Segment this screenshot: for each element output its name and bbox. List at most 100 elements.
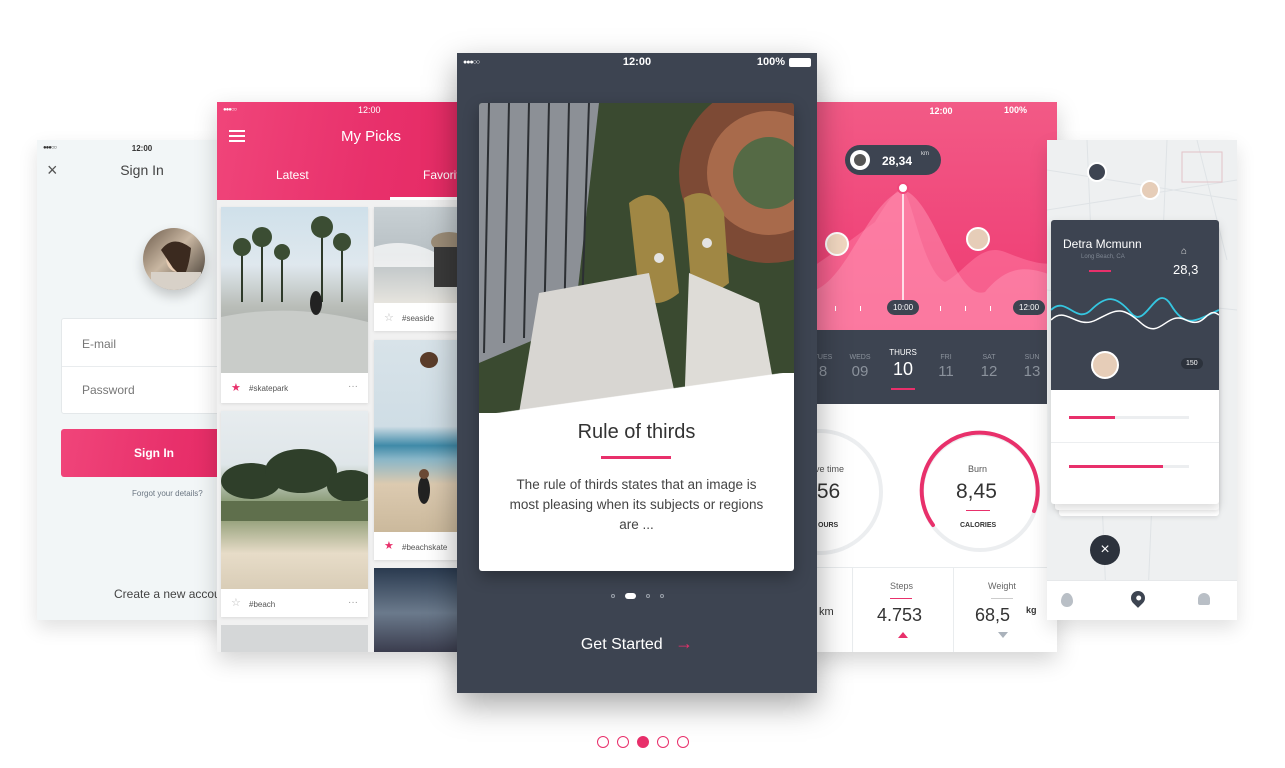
profile-name: Detra Mcmunn (1063, 237, 1142, 251)
avatar (143, 228, 205, 290)
onboarding-card: Rule of thirds The rule of thirds states… (479, 103, 794, 571)
star-icon[interactable]: ★ (231, 381, 241, 394)
page-dot-active[interactable] (624, 592, 636, 599)
carousel-dot-active[interactable] (636, 736, 649, 748)
day-number: 11 (938, 363, 954, 380)
weight-label: Weight (988, 581, 1016, 591)
day-item[interactable]: WEDS 09 (847, 354, 873, 380)
profile-card-header: Detra Mcmunn Long Beach, CA ⌂ 28,3 150 (1051, 220, 1219, 390)
hero-photo (479, 103, 794, 413)
close-button[interactable]: × (1090, 535, 1120, 565)
progress-bar (1069, 416, 1189, 419)
carousel-dot[interactable] (596, 736, 609, 748)
photo-card[interactable]: ☆ #beach ··· (221, 411, 368, 617)
get-started-button[interactable]: Get Started → (457, 633, 817, 654)
activity-screen: 12:00 100% 28,34 km 10:00 12:00 TUES8 W (805, 102, 1057, 652)
star-icon[interactable]: ★ (384, 539, 394, 552)
card-tag: #skatepark (249, 384, 289, 393)
carousel-indicator (0, 735, 1285, 749)
more-icon[interactable]: ··· (348, 597, 358, 608)
card-tag: #seaside (402, 314, 435, 323)
day-name: SAT (982, 354, 996, 361)
arrow-right-icon: → (675, 633, 694, 653)
page-dot[interactable] (610, 593, 615, 598)
day-item[interactable]: SUN 13 (1020, 354, 1044, 380)
friend-avatar[interactable] (966, 227, 990, 251)
profile-avatar (1091, 351, 1119, 379)
bell-icon[interactable] (1198, 593, 1210, 605)
photo-card[interactable] (221, 625, 368, 652)
password-placeholder: Password (82, 383, 135, 397)
card-title: Rule of thirds (577, 421, 696, 443)
card-tag: #beach (249, 600, 276, 609)
day-item[interactable]: SAT 12 (977, 354, 1001, 380)
activity-header: 12:00 100% 28,34 km 10:00 12:00 (805, 102, 1057, 330)
down-arrow-icon (998, 632, 1008, 638)
profile-location: Long Beach, CA (1081, 254, 1125, 260)
picks-header: ●●●○○ 12:00 My Picks Latest Favorit (217, 102, 477, 200)
lungs-icon: ⌂ (1181, 246, 1188, 257)
hero-photo-fade (479, 373, 794, 413)
burn-label: Burn (968, 464, 988, 474)
star-icon[interactable]: ☆ (231, 596, 241, 609)
carousel-dot[interactable] (616, 736, 629, 748)
card-tag: #beachskate (402, 543, 448, 552)
map-screen: Detra Mcmunn Long Beach, CA ⌂ 28,3 150 × (1047, 140, 1237, 620)
status-bar: ●●●○○ 12:00 100% (457, 53, 817, 73)
status-time: 12:00 (358, 105, 381, 115)
gauges (805, 429, 1040, 555)
forgot-link[interactable]: Forgot your details? (132, 489, 203, 498)
email-placeholder: E-mail (82, 337, 117, 351)
showcase-stage: ●●●○○ 12:00 × Sign In E-mail Password Si… (0, 0, 1285, 768)
create-account-link[interactable]: Create a new accou (114, 587, 221, 601)
carousel-dot[interactable] (656, 736, 669, 748)
page-dot[interactable] (659, 593, 664, 598)
menu-icon[interactable] (229, 130, 245, 142)
day-item-active[interactable]: THURS 10 (888, 348, 918, 390)
flame-icon[interactable] (1061, 593, 1073, 607)
star-icon[interactable]: ☆ (384, 311, 394, 324)
active-time-label: ve time (815, 464, 845, 474)
signin-screen: ●●●○○ 12:00 × Sign In E-mail Password Si… (37, 140, 247, 620)
distance-chart (805, 182, 1057, 330)
photo-card[interactable]: ★ #skatepark ··· (221, 207, 368, 403)
card-body: The rule of thirds states that an image … (509, 477, 764, 532)
day-item[interactable]: FRI 11 (934, 354, 958, 380)
distance-value: 28,34 (882, 154, 913, 168)
profile-card[interactable]: Detra Mcmunn Long Beach, CA ⌂ 28,3 150 (1051, 220, 1219, 504)
km-unit: km (819, 606, 834, 618)
day-name: WEDS (849, 354, 871, 361)
picks-title: My Picks (341, 128, 401, 145)
tab-latest[interactable]: Latest (276, 168, 309, 182)
weight-unit: kg (1026, 605, 1037, 615)
friend-avatar[interactable] (825, 232, 849, 256)
map-pin[interactable] (1087, 162, 1107, 182)
skatepark-photo (221, 207, 368, 373)
get-started-label: Get Started (580, 636, 663, 653)
distance-unit: km (921, 151, 929, 157)
battery-icon (789, 58, 811, 67)
time-marker-left: 10:00 (887, 300, 920, 315)
map-bottom-nav (1047, 580, 1237, 620)
day-selector: TUES 8 WEDS 09 THURS 10 FRI 11 SAT 12 SUN 13 (805, 330, 1057, 404)
profile-badge: 150 (1181, 358, 1203, 369)
day-number: 13 (1023, 363, 1041, 380)
signin-button-label: Sign In (134, 446, 174, 460)
card-title-underline (601, 456, 671, 459)
day-name: SUN (1024, 354, 1040, 361)
burn-unit: CALORIES (960, 522, 997, 529)
stats-row: km Steps 4.753 Weight 68,5 kg (805, 567, 1057, 652)
day-name: FRI (940, 354, 952, 361)
tab-favorites[interactable]: Favorit (423, 168, 460, 182)
day-name: THURS (889, 348, 917, 357)
day-number: 09 (851, 363, 869, 380)
more-icon[interactable]: ··· (348, 381, 358, 392)
weight-value: 68,5 (975, 605, 1011, 625)
page-dot[interactable] (645, 593, 650, 598)
carousel-dot[interactable] (676, 736, 689, 748)
picks-screen: ●●●○○ 12:00 My Picks Latest Favorit ★ #s… (217, 102, 477, 652)
map-pin[interactable] (1140, 180, 1160, 200)
signal-indicator: ●●●○○ (223, 107, 237, 113)
location-pin-icon[interactable] (1128, 588, 1148, 608)
steps-label: Steps (890, 581, 914, 591)
